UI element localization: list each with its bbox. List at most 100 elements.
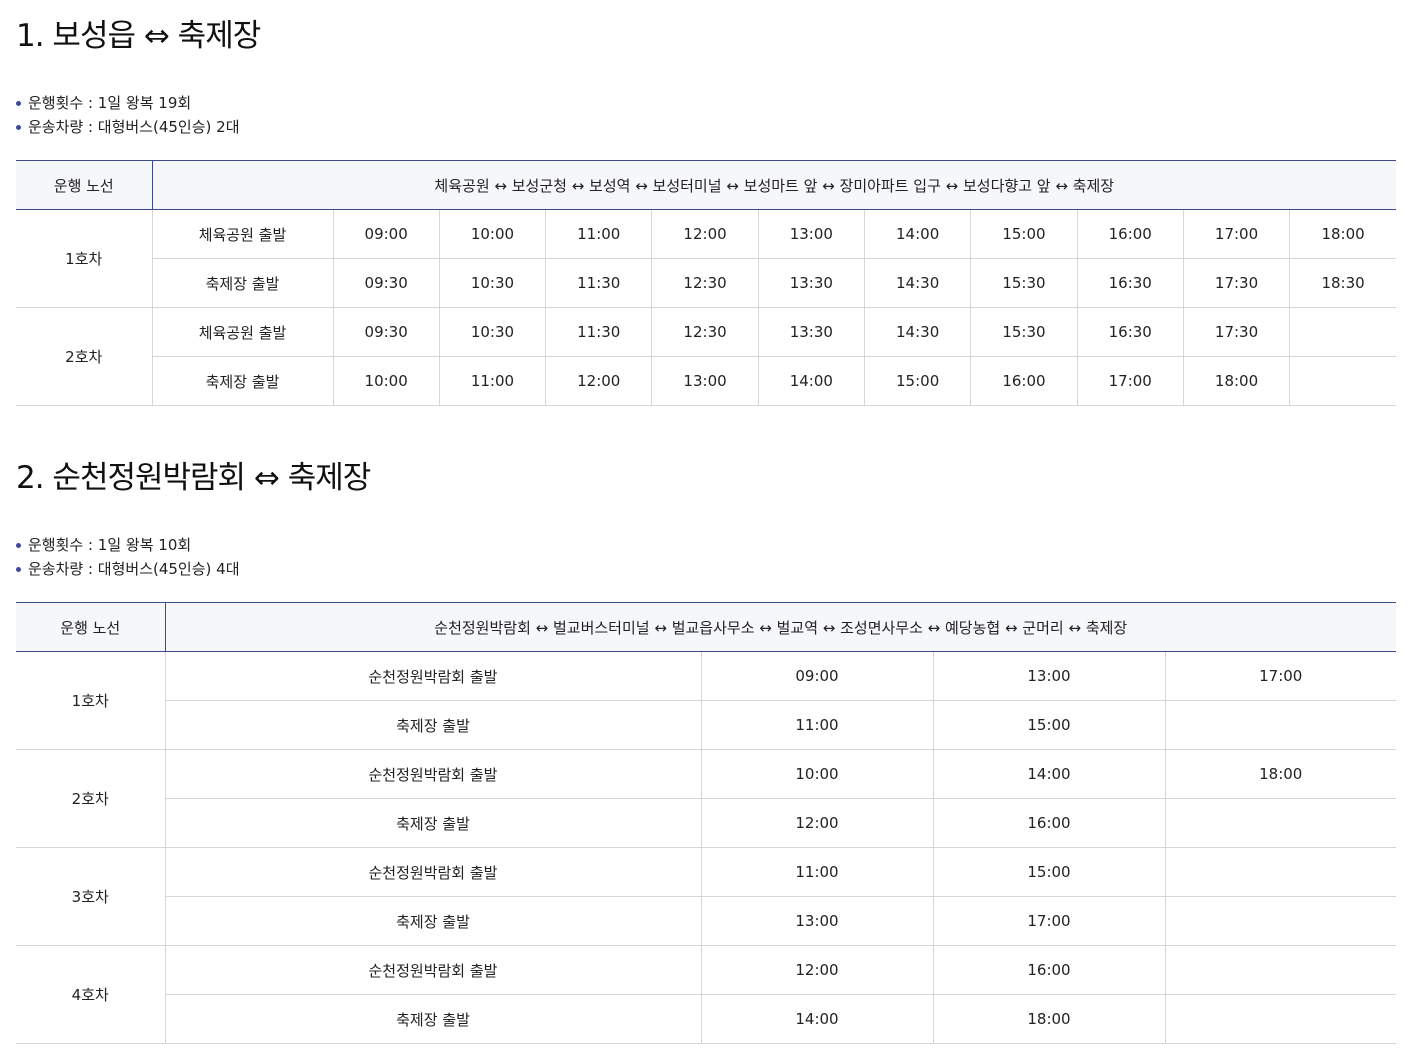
header-route-label: 운행 노선 xyxy=(16,602,165,652)
table-row: 축제장 출발 11:00 15:00 xyxy=(16,700,1396,750)
departure-time: 17:30 xyxy=(1182,258,1290,308)
header-route-stops: 순천정원박람회 ↔ 벌교버스터미널 ↔ 벌교읍사무소 ↔ 벌교역 ↔ 조성면사무… xyxy=(164,602,1396,652)
departure-time: 10:00 xyxy=(332,356,440,406)
table-row: 1호차 순천정원박람회 출발 09:00 13:00 17:00 xyxy=(16,651,1396,750)
departure-label: 체육공원 출발 xyxy=(152,209,333,259)
header-route-stops: 체육공원 ↔ 보성군청 ↔ 보성역 ↔ 보성터미널 ↔ 보성마트 앞 ↔ 장미아… xyxy=(151,160,1396,210)
section-title: 2. 순천정원박람회 ⇔ 축제장 xyxy=(16,460,371,496)
section-boseong: 1. 보성읍 ⇔ 축제장 운행횟수 : 1일 왕복 19회 운송차량 : 대형버… xyxy=(16,0,1396,410)
departure-time: 13:00 xyxy=(932,651,1165,701)
departure-time: 16:30 xyxy=(1076,307,1184,357)
info-vehicles: 운송차량 : 대형버스(45인승) 2대 xyxy=(16,115,240,139)
departure-time xyxy=(1289,307,1396,357)
section-suncheon: 2. 순천정원박람회 ⇔ 축제장 운행횟수 : 1일 왕복 10회 운송차량 :… xyxy=(16,442,1396,1051)
departure-time: 10:30 xyxy=(438,307,546,357)
departure-time: 15:30 xyxy=(970,258,1078,308)
header-route-label: 운행 노선 xyxy=(16,160,152,210)
departure-label: 순천정원박람회 출발 xyxy=(165,651,701,701)
departure-time: 16:00 xyxy=(932,945,1165,995)
departure-time: 12:00 xyxy=(651,209,759,259)
departure-time: 16:00 xyxy=(1076,209,1184,259)
departure-time: 09:30 xyxy=(332,307,440,357)
departure-time xyxy=(1164,994,1396,1044)
departure-time: 13:30 xyxy=(757,258,865,308)
departure-time: 12:30 xyxy=(651,258,759,308)
departure-time: 15:30 xyxy=(970,307,1078,357)
departure-time: 18:30 xyxy=(1289,258,1396,308)
table-header-row: 운행 노선 체육공원 ↔ 보성군청 ↔ 보성역 ↔ 보성터미널 ↔ 보성마트 앞… xyxy=(16,160,1396,210)
departure-time: 15:00 xyxy=(932,700,1165,750)
info-list: 운행횟수 : 1일 왕복 10회 운송차량 : 대형버스(45인승) 4대 xyxy=(16,533,240,581)
departure-time: 10:00 xyxy=(700,749,933,799)
bus-number: 2호차 xyxy=(16,307,153,406)
departure-time xyxy=(1164,896,1396,946)
departure-time xyxy=(1164,847,1396,897)
departure-label: 축제장 출발 xyxy=(165,700,701,750)
bus-number: 4호차 xyxy=(16,945,166,1044)
departure-time: 17:30 xyxy=(1182,307,1290,357)
departure-time: 11:30 xyxy=(545,258,652,308)
departure-time: 18:00 xyxy=(1182,356,1290,406)
departure-label: 순천정원박람회 출발 xyxy=(165,749,701,799)
departure-time: 14:00 xyxy=(757,356,865,406)
table-row: 축제장 출발 13:00 17:00 xyxy=(16,896,1396,946)
table-row: 2호차 체육공원 출발 09:30 10:30 11:30 12:30 13:30 14:30… xyxy=(16,307,1396,406)
departure-time: 11:00 xyxy=(700,847,933,897)
departure-label: 순천정원박람회 출발 xyxy=(165,945,701,995)
departure-label: 축제장 출발 xyxy=(165,896,701,946)
departure-time: 09:30 xyxy=(332,258,440,308)
departure-time: 11:00 xyxy=(545,209,652,259)
departure-time: 15:00 xyxy=(863,356,971,406)
schedule-table: 운행 노선 체육공원 ↔ 보성군청 ↔ 보성역 ↔ 보성터미널 ↔ 보성마트 앞… xyxy=(16,160,1396,406)
departure-time: 16:00 xyxy=(970,356,1078,406)
info-trip-count: 운행횟수 : 1일 왕복 10회 xyxy=(16,533,240,557)
departure-label: 축제장 출발 xyxy=(165,994,701,1044)
departure-time: 17:00 xyxy=(1182,209,1290,259)
departure-time xyxy=(1289,356,1396,406)
departure-time: 18:00 xyxy=(932,994,1165,1044)
departure-time: 11:00 xyxy=(700,700,933,750)
departure-time: 14:30 xyxy=(863,307,971,357)
departure-time: 12:00 xyxy=(545,356,652,406)
departure-time: 12:00 xyxy=(700,798,933,848)
bus-number: 1호차 xyxy=(16,209,153,308)
departure-label: 순천정원박람회 출발 xyxy=(165,847,701,897)
bus-number: 2호차 xyxy=(16,749,166,848)
departure-time: 15:00 xyxy=(932,847,1165,897)
table-row: 4호차 순천정원박람회 출발 12:00 16:00 xyxy=(16,945,1396,1044)
departure-time: 11:30 xyxy=(545,307,652,357)
departure-time: 09:00 xyxy=(332,209,440,259)
departure-time: 13:00 xyxy=(651,356,759,406)
departure-time xyxy=(1164,700,1396,750)
departure-label: 축제장 출발 xyxy=(152,258,333,308)
table-row: 2호차 순천정원박람회 출발 10:00 14:00 18:00 xyxy=(16,749,1396,848)
departure-label: 체육공원 출발 xyxy=(152,307,333,357)
departure-time: 17:00 xyxy=(1076,356,1184,406)
departure-time: 13:00 xyxy=(700,896,933,946)
info-list: 운행횟수 : 1일 왕복 19회 운송차량 : 대형버스(45인승) 2대 xyxy=(16,91,240,139)
departure-time: 17:00 xyxy=(1164,651,1396,701)
section-title: 1. 보성읍 ⇔ 축제장 xyxy=(16,18,261,54)
departure-time: 14:30 xyxy=(863,258,971,308)
departure-time: 14:00 xyxy=(863,209,971,259)
departure-time: 14:00 xyxy=(700,994,933,1044)
departure-time: 15:00 xyxy=(970,209,1078,259)
departure-time: 11:00 xyxy=(438,356,546,406)
departure-time: 18:00 xyxy=(1164,749,1396,799)
table-row: 3호차 순천정원박람회 출발 11:00 15:00 xyxy=(16,847,1396,946)
table-row: 축제장 출발 09:30 10:30 11:30 12:30 13:30 14:30 15:3… xyxy=(16,258,1396,308)
departure-time: 18:00 xyxy=(1289,209,1396,259)
departure-label: 축제장 출발 xyxy=(152,356,333,406)
schedule-body: 1호차 체육공원 출발 09:00 10:00 11:00 12:00 13:00 14:00… xyxy=(16,209,1396,406)
departure-time: 09:00 xyxy=(700,651,933,701)
departure-time: 14:00 xyxy=(932,749,1165,799)
bus-number: 3호차 xyxy=(16,847,166,946)
info-vehicles: 운송차량 : 대형버스(45인승) 4대 xyxy=(16,557,240,581)
departure-time xyxy=(1164,945,1396,995)
table-row: 축제장 출발 10:00 11:00 12:00 13:00 14:00 15:00 16:0… xyxy=(16,356,1396,406)
table-row: 축제장 출발 14:00 18:00 xyxy=(16,994,1396,1044)
schedule-table: 운행 노선 순천정원박람회 ↔ 벌교버스터미널 ↔ 벌교읍사무소 ↔ 벌교역 ↔… xyxy=(16,602,1396,1044)
departure-time: 17:00 xyxy=(932,896,1165,946)
table-header-row: 운행 노선 순천정원박람회 ↔ 벌교버스터미널 ↔ 벌교읍사무소 ↔ 벌교역 ↔… xyxy=(16,602,1396,652)
table-row: 축제장 출발 12:00 16:00 xyxy=(16,798,1396,848)
